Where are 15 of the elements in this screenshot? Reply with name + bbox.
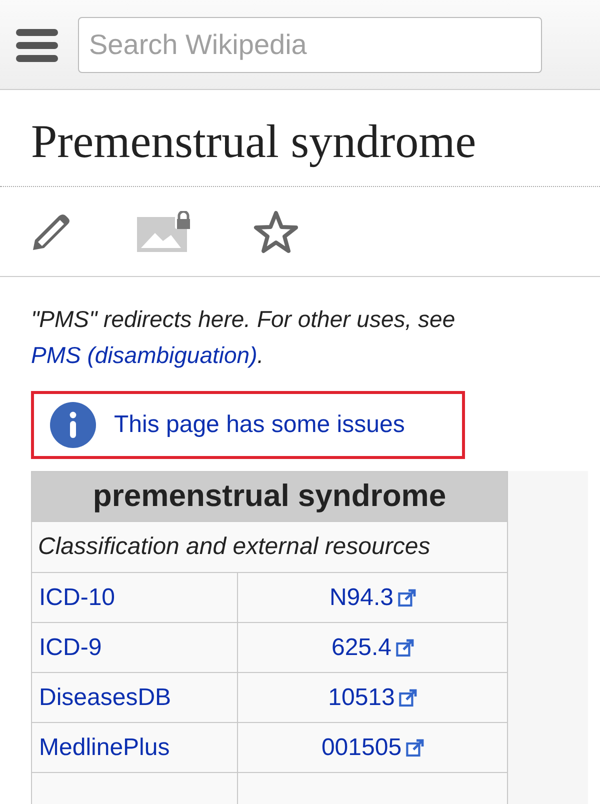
issues-banner[interactable]: This page has some issues (31, 391, 465, 459)
disambiguation-link[interactable]: PMS (disambiguation) (31, 342, 258, 368)
menu-icon[interactable] (16, 26, 58, 62)
image-lock-icon[interactable] (135, 210, 193, 252)
hatnote: "PMS" redirects here. For other uses, see PMS (disambiguation). (31, 305, 456, 370)
infobox-title: premenstrual syndrome (32, 472, 508, 522)
infobox-subtitle: Classification and external resources (32, 522, 508, 572)
infobox-value-link[interactable]: 625.4 (331, 630, 392, 666)
search-field[interactable]: Search Wikipedia (78, 16, 542, 72)
infobox-value-link[interactable]: N94.3 (329, 580, 394, 616)
info-icon (50, 402, 96, 448)
page-title: Premenstrual syndrome (31, 115, 478, 170)
star-icon[interactable] (253, 210, 299, 254)
infobox-label-link[interactable]: ICD-9 (39, 634, 102, 660)
infobox-value-link[interactable]: 10513 (328, 680, 395, 716)
